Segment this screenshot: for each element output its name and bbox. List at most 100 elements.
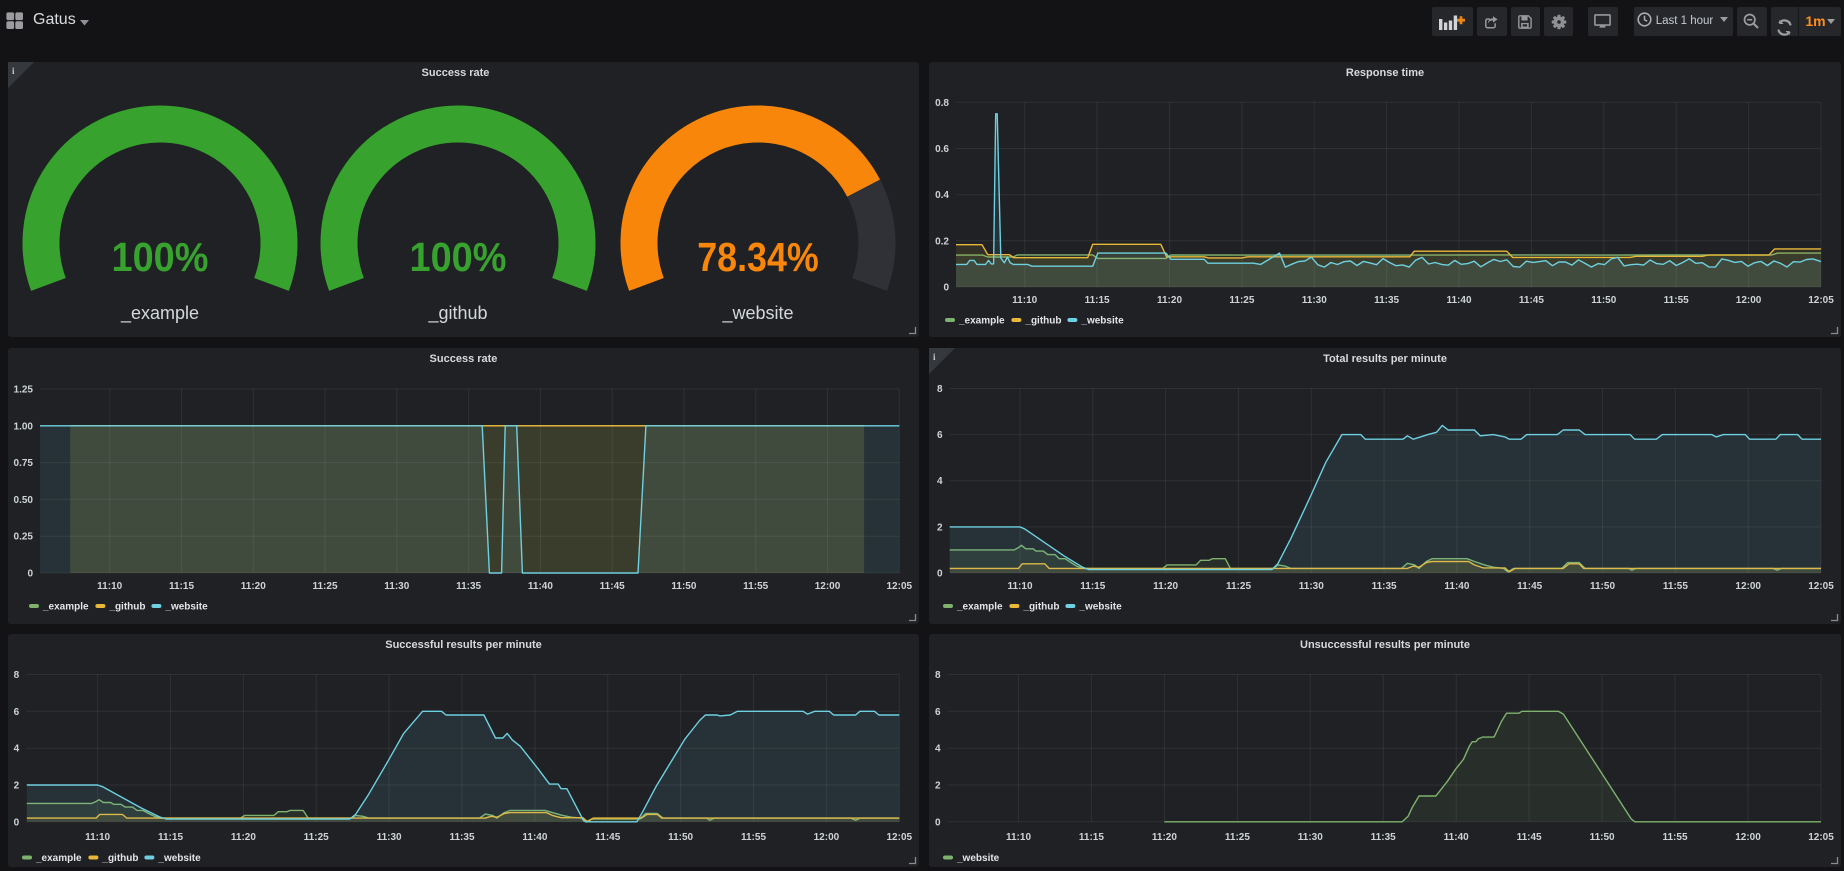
svg-text:11:55: 11:55 [743, 581, 768, 592]
svg-text:12:00: 12:00 [814, 832, 840, 843]
svg-text:11:55: 11:55 [1662, 832, 1687, 843]
svg-text:100%: 100% [112, 234, 209, 280]
svg-text:0.75: 0.75 [14, 458, 34, 469]
svg-text:0.25: 0.25 [14, 532, 34, 543]
svg-text:11:10: 11:10 [97, 581, 122, 592]
svg-text:0.4: 0.4 [935, 190, 949, 201]
svg-text:2: 2 [935, 781, 941, 792]
svg-text:1.25: 1.25 [14, 385, 34, 396]
svg-text:2: 2 [14, 781, 20, 792]
svg-text:11:15: 11:15 [158, 832, 183, 843]
svg-text:2: 2 [937, 522, 943, 533]
svg-text:11:30: 11:30 [377, 832, 402, 843]
svg-text:_website: _website [157, 853, 201, 864]
svg-text:11:40: 11:40 [1444, 832, 1469, 843]
svg-text:11:25: 11:25 [304, 832, 329, 843]
svg-text:12:00: 12:00 [1735, 832, 1761, 843]
svg-text:_example: _example [42, 602, 89, 613]
svg-text:_github: _github [1024, 316, 1061, 327]
svg-text:11:35: 11:35 [1374, 295, 1399, 306]
svg-text:_website: _website [956, 853, 1000, 864]
svg-text:8: 8 [937, 384, 943, 395]
svg-text:11:20: 11:20 [241, 581, 266, 592]
svg-text:11:10: 11:10 [85, 832, 110, 843]
svg-text:11:30: 11:30 [384, 581, 409, 592]
svg-text:11:35: 11:35 [1371, 832, 1396, 843]
svg-text:_website: _website [164, 602, 208, 613]
svg-text:_website: _website [721, 303, 793, 324]
svg-text:78.34%: 78.34% [697, 234, 819, 280]
svg-text:12:05: 12:05 [1808, 832, 1834, 843]
svg-text:12:00: 12:00 [1735, 581, 1761, 592]
svg-text:11:10: 11:10 [1007, 581, 1032, 592]
svg-text:11:40: 11:40 [522, 832, 547, 843]
svg-text:_github: _github [1022, 602, 1059, 613]
svg-text:11:25: 11:25 [1226, 581, 1251, 592]
svg-text:11:20: 11:20 [231, 832, 256, 843]
svg-text:0.6: 0.6 [935, 144, 949, 155]
svg-text:0.50: 0.50 [14, 495, 34, 506]
svg-text:11:15: 11:15 [1079, 832, 1104, 843]
svg-text:11:50: 11:50 [1590, 832, 1615, 843]
svg-text:12:00: 12:00 [1736, 295, 1762, 306]
svg-text:4: 4 [14, 744, 20, 755]
svg-text:11:30: 11:30 [1298, 832, 1323, 843]
svg-text:11:55: 11:55 [1664, 295, 1689, 306]
svg-text:0: 0 [27, 569, 33, 580]
svg-text:11:30: 11:30 [1302, 295, 1327, 306]
svg-text:0: 0 [935, 817, 941, 828]
svg-text:0: 0 [943, 283, 949, 294]
svg-text:6: 6 [935, 707, 941, 718]
svg-text:11:55: 11:55 [1663, 581, 1688, 592]
svg-text:11:45: 11:45 [1519, 295, 1544, 306]
svg-text:11:50: 11:50 [1591, 295, 1616, 306]
svg-text:11:45: 11:45 [1517, 581, 1542, 592]
svg-text:11:15: 11:15 [1085, 295, 1110, 306]
svg-text:11:15: 11:15 [1080, 581, 1105, 592]
svg-text:11:10: 11:10 [1012, 295, 1037, 306]
svg-text:11:25: 11:25 [312, 581, 337, 592]
svg-text:0: 0 [937, 569, 943, 580]
svg-text:8: 8 [14, 670, 20, 681]
svg-text:_example: _example [956, 602, 1003, 613]
svg-text:11:20: 11:20 [1153, 581, 1178, 592]
svg-text:8: 8 [935, 670, 941, 681]
svg-text:12:05: 12:05 [1808, 295, 1834, 306]
svg-text:11:50: 11:50 [668, 832, 693, 843]
svg-text:11:10: 11:10 [1006, 832, 1031, 843]
svg-text:_example: _example [958, 316, 1005, 327]
svg-text:4: 4 [935, 744, 941, 755]
svg-text:11:40: 11:40 [1446, 295, 1471, 306]
svg-text:100%: 100% [410, 234, 507, 280]
svg-text:_example: _example [35, 853, 82, 864]
svg-text:11:20: 11:20 [1152, 832, 1177, 843]
svg-text:12:05: 12:05 [1808, 581, 1834, 592]
svg-text:11:45: 11:45 [595, 832, 620, 843]
svg-text:11:30: 11:30 [1299, 581, 1324, 592]
svg-text:11:15: 11:15 [169, 581, 194, 592]
svg-text:11:55: 11:55 [741, 832, 766, 843]
svg-text:11:35: 11:35 [449, 832, 474, 843]
svg-text:12:00: 12:00 [815, 581, 841, 592]
svg-text:11:45: 11:45 [1517, 832, 1542, 843]
svg-text:11:25: 11:25 [1229, 295, 1254, 306]
svg-text:11:35: 11:35 [456, 581, 481, 592]
svg-text:_github: _github [101, 853, 138, 864]
svg-text:6: 6 [14, 707, 20, 718]
svg-text:1.00: 1.00 [14, 421, 34, 432]
svg-text:11:35: 11:35 [1372, 581, 1397, 592]
svg-text:11:40: 11:40 [528, 581, 553, 592]
svg-text:12:05: 12:05 [887, 581, 913, 592]
svg-text:6: 6 [937, 430, 943, 441]
svg-text:11:45: 11:45 [600, 581, 625, 592]
svg-text:0: 0 [14, 817, 20, 828]
svg-text:11:25: 11:25 [1225, 832, 1250, 843]
svg-text:11:50: 11:50 [671, 581, 696, 592]
svg-text:_website: _website [1080, 316, 1124, 327]
svg-text:_example: _example [120, 303, 199, 324]
svg-text:4: 4 [937, 476, 943, 487]
svg-text:11:40: 11:40 [1444, 581, 1469, 592]
svg-text:0.8: 0.8 [935, 98, 949, 109]
svg-text:12:05: 12:05 [887, 832, 913, 843]
svg-text:11:50: 11:50 [1590, 581, 1615, 592]
